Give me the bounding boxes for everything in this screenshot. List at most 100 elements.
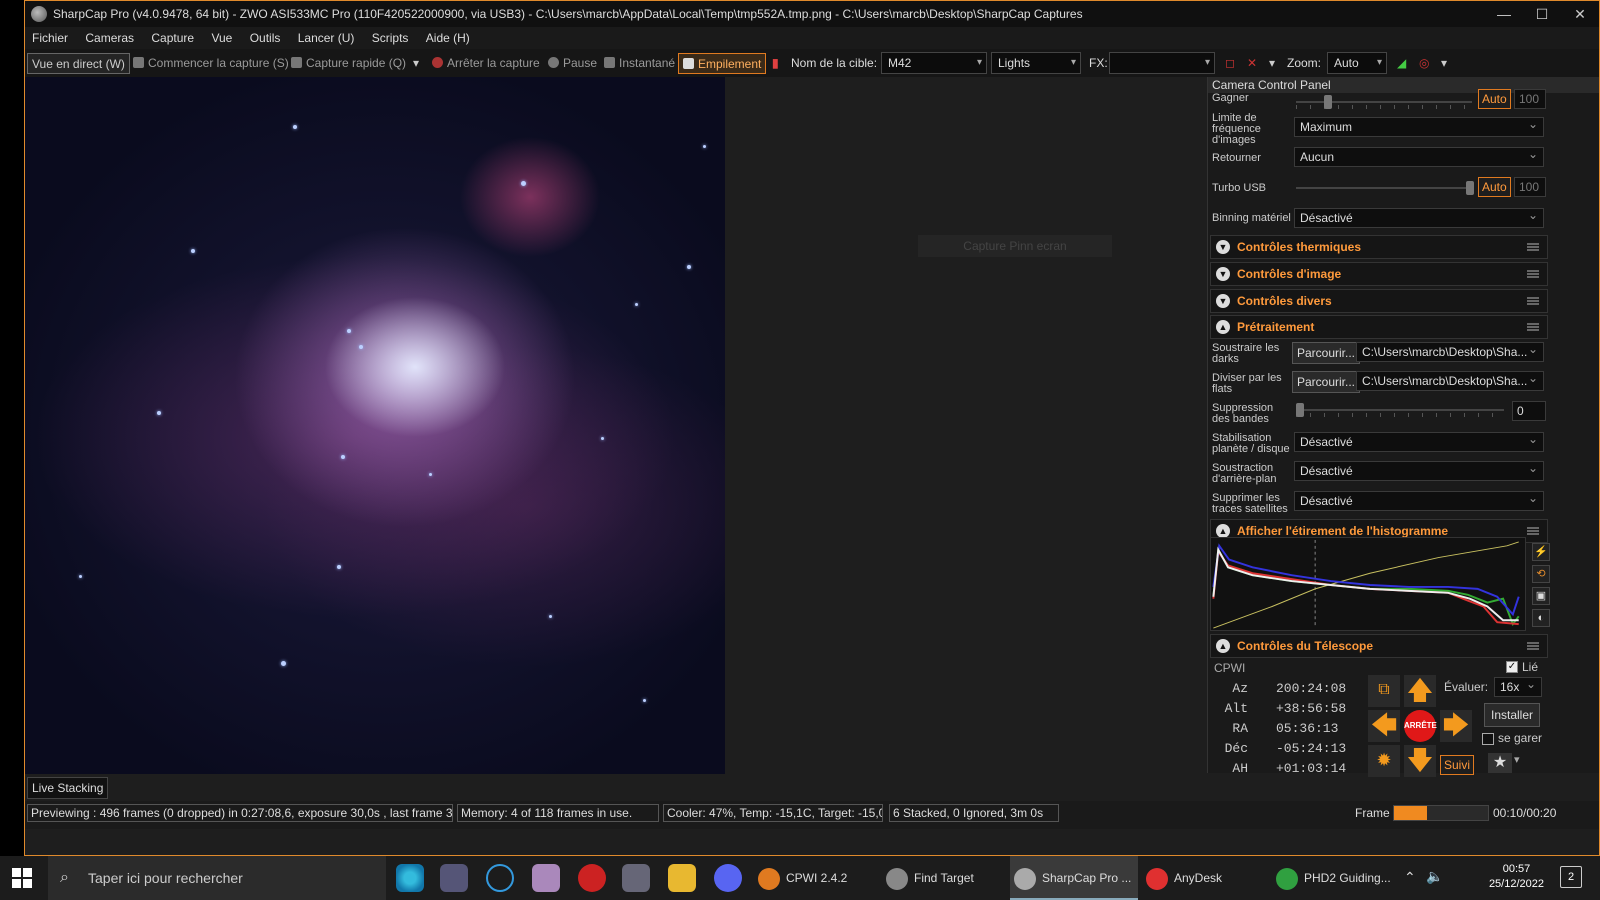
taskbar-app-sharpcap[interactable]: SharpCap Pro ... bbox=[1010, 856, 1138, 900]
app-icon-2[interactable] bbox=[486, 864, 514, 892]
taskbar-app-cpwi[interactable]: CPWI 2.4.2 bbox=[754, 856, 874, 900]
zoom-select[interactable]: Auto bbox=[1327, 52, 1387, 74]
taskbar-clock[interactable]: 00:57 25/12/2022 bbox=[1489, 862, 1544, 892]
start-capture-button[interactable]: Commencer la capture (S) bbox=[129, 53, 293, 74]
darks-path-select[interactable]: C:\Users\marcb\Desktop\Sha... bbox=[1356, 340, 1544, 362]
menu-outils[interactable]: Outils bbox=[243, 27, 288, 49]
banding-value[interactable]: 0 bbox=[1512, 401, 1546, 421]
file-explorer-icon[interactable] bbox=[668, 864, 696, 892]
app-icon-4[interactable] bbox=[578, 864, 606, 892]
move-west-button[interactable]: 🡄 bbox=[1368, 710, 1400, 742]
quick-capture-button[interactable]: Capture rapide (Q) bbox=[287, 53, 410, 74]
menu-aide[interactable]: Aide (H) bbox=[419, 27, 477, 49]
close-button[interactable]: ✕ bbox=[1561, 1, 1599, 27]
drag-handle-icon[interactable] bbox=[1527, 297, 1539, 305]
usb-value[interactable]: 100 bbox=[1514, 177, 1546, 197]
section-image-controls[interactable]: ▼ Contrôles d'image bbox=[1210, 262, 1548, 286]
tools-dropdown[interactable]: ▾ bbox=[1265, 53, 1279, 74]
taskbar-app-find-target[interactable]: Find Target bbox=[882, 856, 1006, 900]
menu-fichier[interactable]: Fichier bbox=[25, 27, 75, 49]
edge-icon[interactable] bbox=[396, 864, 424, 892]
app-icon-1[interactable] bbox=[440, 864, 468, 892]
rate-select[interactable]: 16x bbox=[1494, 675, 1542, 697]
stop-capture-button[interactable]: Arrêter la capture bbox=[428, 53, 544, 74]
app-icon-5[interactable] bbox=[622, 864, 650, 892]
stop-mount-button[interactable]: ARRÊTE bbox=[1404, 710, 1437, 742]
tracking-button[interactable]: Suivi bbox=[1440, 755, 1475, 775]
maximize-button[interactable]: ☐ bbox=[1523, 1, 1561, 27]
focus-icon[interactable]: ✕ bbox=[1243, 53, 1261, 74]
move-north-button[interactable]: 🡅 bbox=[1404, 675, 1436, 707]
move-south-button[interactable]: 🡇 bbox=[1404, 745, 1436, 777]
drag-handle-icon[interactable] bbox=[1527, 527, 1539, 535]
live-view-button[interactable]: Vue en direct (W) bbox=[27, 53, 130, 74]
stacking-button[interactable]: Empilement bbox=[678, 53, 767, 74]
gain-auto-button[interactable]: Auto bbox=[1478, 89, 1511, 109]
flip-select[interactable]: Aucun bbox=[1294, 145, 1544, 167]
reset-icon[interactable]: ⟲ bbox=[1532, 565, 1550, 583]
usb-auto-button[interactable]: Auto bbox=[1478, 177, 1511, 197]
framerate-select[interactable]: Maximum bbox=[1294, 115, 1544, 137]
windows-start-icon[interactable] bbox=[12, 868, 32, 888]
linked-checkbox[interactable]: ✓ bbox=[1506, 661, 1518, 673]
flats-browse-button[interactable]: Parcourir... bbox=[1292, 371, 1361, 393]
menu-cameras[interactable]: Cameras bbox=[78, 27, 141, 49]
volume-icon[interactable]: 🔈 bbox=[1426, 868, 1443, 885]
sun-icon[interactable]: ✹ bbox=[1368, 745, 1400, 777]
menu-vue[interactable]: Vue bbox=[204, 27, 239, 49]
banding-slider[interactable] bbox=[1296, 403, 1504, 417]
binning-select[interactable]: Désactivé bbox=[1294, 206, 1544, 228]
section-thermal-controls[interactable]: ▼ Contrôles thermiques bbox=[1210, 235, 1548, 259]
star-dropdown[interactable]: ▾ bbox=[1514, 755, 1520, 766]
quick-capture-dropdown[interactable]: ▾ bbox=[409, 53, 423, 74]
notifications-icon[interactable]: 2 bbox=[1560, 866, 1582, 888]
menu-scripts[interactable]: Scripts bbox=[365, 27, 416, 49]
mount-name: CPWI bbox=[1214, 661, 1246, 675]
background-select[interactable]: Désactivé bbox=[1294, 459, 1544, 481]
frame-type-select[interactable]: Lights bbox=[991, 52, 1081, 74]
section-misc-controls[interactable]: ▼ Contrôles divers bbox=[1210, 289, 1548, 313]
park-checkbox[interactable] bbox=[1482, 733, 1494, 745]
stabilization-select[interactable]: Désactivé bbox=[1294, 430, 1544, 452]
crosshair-icon[interactable]: ◎ bbox=[1415, 53, 1433, 74]
usb-turbo-slider[interactable] bbox=[1296, 181, 1474, 195]
star-icon[interactable]: ★ bbox=[1488, 753, 1512, 773]
drag-handle-icon[interactable] bbox=[1527, 270, 1539, 278]
satellite-select[interactable]: Désactivé bbox=[1294, 489, 1544, 511]
gain-slider[interactable] bbox=[1296, 95, 1472, 109]
fx-select[interactable] bbox=[1109, 52, 1215, 74]
goto-icon[interactable]: ⧉ bbox=[1368, 675, 1400, 707]
flats-path-select[interactable]: C:\Users\marcb\Desktop\Sha... bbox=[1356, 369, 1544, 391]
section-preprocessing[interactable]: ▲ Prétraitement bbox=[1210, 315, 1548, 339]
drag-handle-icon[interactable] bbox=[1527, 323, 1539, 331]
taskbar-search-box[interactable]: ⌕ Taper ici pour rechercher bbox=[48, 856, 386, 900]
auto-stretch-icon[interactable]: ⚡ bbox=[1532, 543, 1550, 561]
darks-browse-button[interactable]: Parcourir... bbox=[1292, 342, 1361, 364]
contrast-icon[interactable]: ◐ bbox=[1532, 609, 1550, 627]
image-viewport[interactable]: Capture Pinn ecran bbox=[25, 77, 1205, 777]
gain-value[interactable]: 100 bbox=[1514, 89, 1546, 109]
histogram-icon[interactable]: ◢ bbox=[1393, 53, 1410, 74]
menu-lancer[interactable]: Lancer (U) bbox=[291, 27, 362, 49]
move-east-button[interactable]: 🡆 bbox=[1440, 710, 1472, 742]
taskbar-app-phd2[interactable]: PHD2 Guiding... bbox=[1272, 856, 1400, 900]
install-button[interactable]: Installer bbox=[1484, 703, 1540, 727]
menu-capture[interactable]: Capture bbox=[144, 27, 201, 49]
taskbar-app-anydesk[interactable]: AnyDesk bbox=[1142, 856, 1266, 900]
snapshot-button[interactable]: Instantané bbox=[600, 53, 679, 74]
drag-handle-icon[interactable] bbox=[1527, 642, 1539, 650]
live-stacking-tab[interactable]: Live Stacking bbox=[27, 777, 109, 799]
tray-chevron-up-icon[interactable]: ⌃ bbox=[1404, 869, 1416, 886]
app-icon-3[interactable] bbox=[532, 864, 560, 892]
reticle-icon[interactable]: ◻ bbox=[1221, 53, 1239, 74]
discord-icon[interactable] bbox=[714, 864, 742, 892]
more-dropdown[interactable]: ▾ bbox=[1437, 53, 1451, 74]
target-name-select[interactable]: M42 bbox=[881, 52, 987, 74]
pin-capture-button[interactable]: Capture Pinn ecran bbox=[918, 235, 1112, 257]
save-icon[interactable]: ▣ bbox=[1532, 587, 1550, 605]
minimize-button[interactable]: — bbox=[1485, 1, 1523, 27]
section-telescope[interactable]: ▲ Contrôles du Télescope bbox=[1210, 634, 1548, 658]
pause-button[interactable]: Pause bbox=[544, 53, 601, 74]
drag-handle-icon[interactable] bbox=[1527, 243, 1539, 251]
histogram-graph[interactable] bbox=[1210, 537, 1526, 631]
